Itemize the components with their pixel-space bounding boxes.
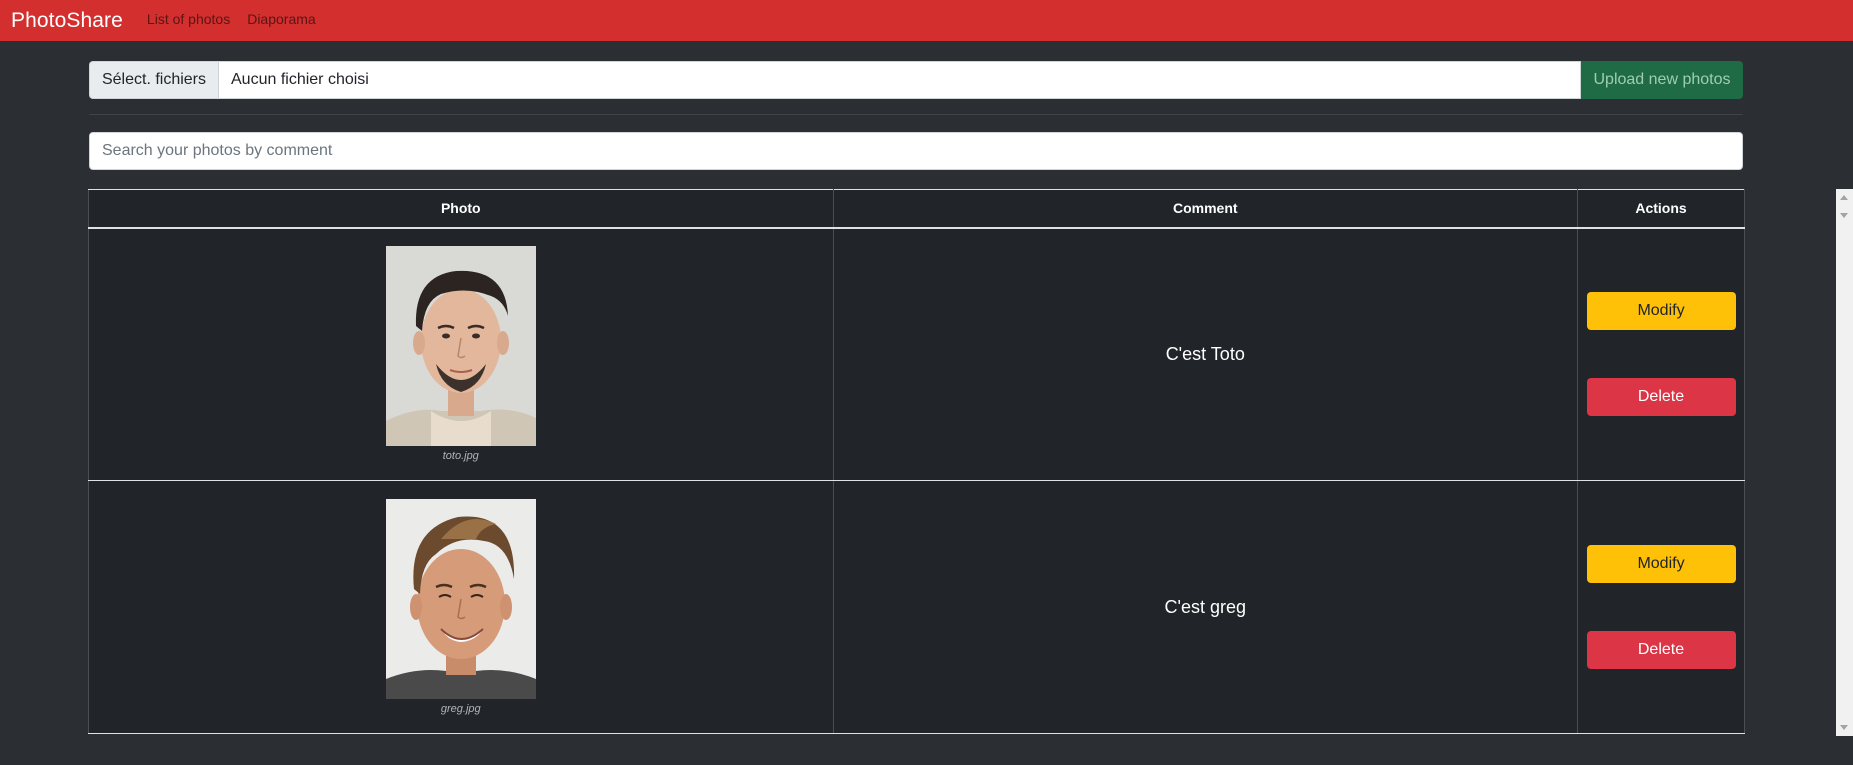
modify-button[interactable]: Modify [1586, 545, 1736, 583]
vertical-scrollbar[interactable] [1836, 189, 1853, 736]
modify-button[interactable]: Modify [1586, 292, 1736, 331]
scroll-bottom-arrow-icon[interactable] [1840, 725, 1848, 730]
photo-caption: greg.jpg [440, 703, 481, 715]
navbar: PhotoShare List of photos Diaporama [0, 0, 1853, 41]
column-header-photo: Photo [88, 189, 834, 229]
scroll-down-arrow-icon[interactable] [1840, 213, 1848, 218]
nav-link-diaporama[interactable]: Diaporama [247, 11, 315, 27]
photos-table: Photo Comment Actions toto.jpg C'est Tot… [88, 189, 1745, 734]
photo-thumbnail-greg[interactable] [385, 499, 536, 699]
comment-cell: C'est Toto [832, 227, 1579, 481]
divider [89, 114, 1743, 115]
select-files-button[interactable]: Sélect. fichiers [89, 61, 218, 99]
scroll-up-arrow-icon[interactable] [1840, 195, 1848, 200]
actions-cell: Modify Delete [1577, 480, 1745, 734]
column-header-comment: Comment [832, 189, 1579, 229]
table-row: greg.jpg C'est greg Modify Delete [88, 480, 1745, 734]
photo-cell: greg.jpg [88, 480, 834, 734]
photo-comment: C'est Toto [1165, 343, 1245, 364]
table-header-row: Photo Comment Actions [88, 189, 1745, 229]
photo-comment: C'est greg [1164, 596, 1246, 617]
delete-button[interactable]: Delete [1586, 631, 1736, 669]
comment-cell: C'est greg [832, 480, 1579, 734]
photo-caption: toto.jpg [442, 450, 479, 463]
column-header-actions: Actions [1577, 189, 1745, 229]
brand-logo[interactable]: PhotoShare [11, 9, 123, 33]
upload-group: Sélect. fichiers Aucun fichier choisi Up… [89, 61, 1743, 99]
nav-link-list-of-photos[interactable]: List of photos [147, 11, 230, 27]
photo-cell: toto.jpg [88, 227, 834, 481]
file-status-field[interactable]: Aucun fichier choisi [218, 61, 1581, 99]
actions-cell: Modify Delete [1577, 227, 1745, 481]
delete-button[interactable]: Delete [1586, 378, 1736, 417]
photo-thumbnail-toto[interactable] [385, 246, 536, 447]
table-row: toto.jpg C'est Toto Modify Delete [88, 227, 1745, 481]
search-input[interactable] [89, 132, 1743, 170]
upload-photos-button[interactable]: Upload new photos [1581, 61, 1743, 99]
